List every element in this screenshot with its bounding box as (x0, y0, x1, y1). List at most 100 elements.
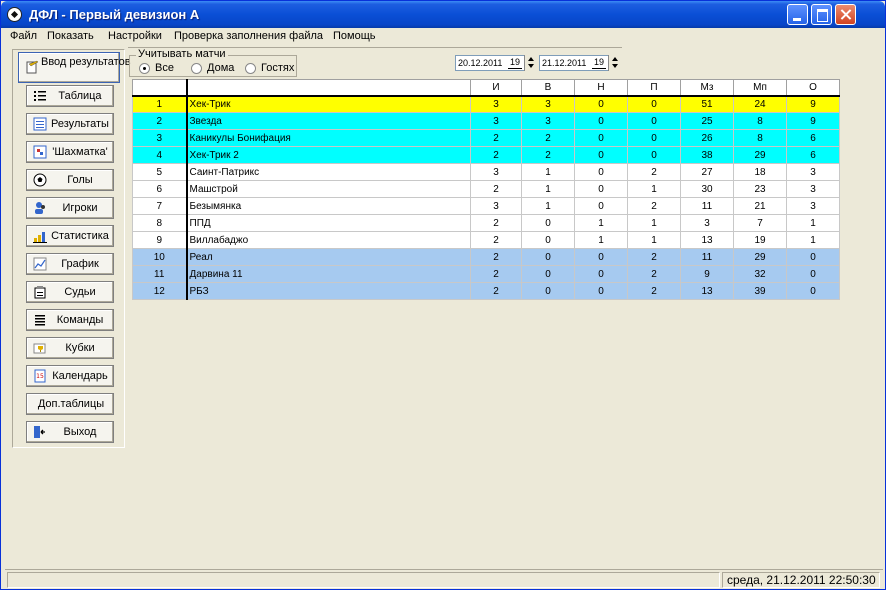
menu-file[interactable]: Файл (10, 30, 37, 42)
cell-points[interactable]: 6 (786, 129, 840, 147)
cell-goals-for[interactable]: 25 (680, 112, 734, 130)
cell-team[interactable]: Виллабаджо (186, 231, 471, 249)
cell-won[interactable]: 1 (521, 197, 575, 215)
cell-goals-against[interactable]: 29 (733, 146, 787, 164)
title-bar[interactable]: ДФЛ - Первый девизион А (1, 1, 885, 28)
cell-draw[interactable]: 0 (574, 146, 628, 164)
extra-tables-button[interactable]: Доп.таблицы (26, 393, 114, 415)
col-header-goals-against[interactable]: Мп (733, 79, 787, 97)
cell-pos[interactable]: 9 (132, 231, 188, 249)
cell-lost[interactable]: 2 (627, 163, 681, 181)
table-row[interactable]: 6 Машстрой 2 1 0 1 30 23 3 (132, 180, 840, 198)
cell-goals-against[interactable]: 8 (733, 129, 787, 147)
cell-draw[interactable]: 0 (574, 265, 628, 283)
maximize-button[interactable] (811, 4, 832, 25)
cell-lost[interactable]: 1 (627, 231, 681, 249)
cell-points[interactable]: 3 (786, 197, 840, 215)
cell-goals-for[interactable]: 11 (680, 248, 734, 266)
cell-pos[interactable]: 10 (132, 248, 188, 266)
close-button[interactable] (835, 4, 856, 25)
table-row[interactable]: 8 ППД 2 0 1 1 3 7 1 (132, 214, 840, 232)
cell-pos[interactable]: 8 (132, 214, 188, 232)
chart-button[interactable]: График (26, 253, 114, 275)
cell-won[interactable]: 3 (521, 95, 575, 113)
cell-lost[interactable]: 0 (627, 112, 681, 130)
cell-goals-against[interactable]: 39 (733, 282, 787, 300)
cell-goals-against[interactable]: 18 (733, 163, 787, 181)
cell-played[interactable]: 2 (470, 265, 522, 283)
cell-played[interactable]: 2 (470, 129, 522, 147)
table-row[interactable]: 10 Реал 2 0 0 2 11 29 0 (132, 248, 840, 266)
cell-draw[interactable]: 0 (574, 282, 628, 300)
col-header-played[interactable]: И (470, 79, 522, 97)
cell-points[interactable]: 0 (786, 282, 840, 300)
cell-won[interactable]: 2 (521, 129, 575, 147)
cell-draw[interactable]: 1 (574, 231, 628, 249)
cell-points[interactable]: 0 (786, 248, 840, 266)
table-row[interactable]: 2 Звезда 3 3 0 0 25 8 9 (132, 112, 840, 130)
cell-draw[interactable]: 0 (574, 163, 628, 181)
cell-draw[interactable]: 0 (574, 180, 628, 198)
cell-team[interactable]: Машстрой (186, 180, 471, 198)
cell-won[interactable]: 0 (521, 231, 575, 249)
radio-all-circle[interactable] (139, 63, 150, 74)
cell-goals-for[interactable]: 51 (680, 95, 734, 113)
cell-points[interactable]: 1 (786, 214, 840, 232)
table-row[interactable]: 3 Каникулы Бонифация 2 2 0 0 26 8 6 (132, 129, 840, 147)
table-row[interactable]: 12 РБЗ 2 0 0 2 13 39 0 (132, 282, 840, 300)
cell-played[interactable]: 2 (470, 180, 522, 198)
col-header-won[interactable]: В (521, 79, 575, 97)
cell-team[interactable]: РБЗ (186, 282, 471, 300)
table-row[interactable]: 7 Безымянка 3 1 0 2 11 21 3 (132, 197, 840, 215)
cell-won[interactable]: 2 (521, 146, 575, 164)
cell-points[interactable]: 9 (786, 112, 840, 130)
cell-lost[interactable]: 2 (627, 265, 681, 283)
cell-won[interactable]: 3 (521, 112, 575, 130)
cell-pos[interactable]: 1 (132, 95, 188, 113)
chessboard-button[interactable]: 'Шахматка' (26, 141, 114, 163)
cell-goals-for[interactable]: 11 (680, 197, 734, 215)
cups-button[interactable]: Кубки (26, 337, 114, 359)
cell-won[interactable]: 0 (521, 282, 575, 300)
results-button[interactable]: Результаты (26, 113, 114, 135)
cell-team[interactable]: Звезда (186, 112, 471, 130)
cell-won[interactable]: 1 (521, 163, 575, 181)
cell-pos[interactable]: 5 (132, 163, 188, 181)
col-header-team[interactable] (186, 79, 471, 97)
cell-played[interactable]: 2 (470, 248, 522, 266)
table-row[interactable]: 5 Саинт-Патрикс 3 1 0 2 27 18 3 (132, 163, 840, 181)
cell-goals-for[interactable]: 13 (680, 282, 734, 300)
date-from-picker[interactable]: 20.12.2011 19 (455, 55, 536, 71)
minimize-button[interactable] (787, 4, 808, 25)
cell-team[interactable]: Хек-Трик (186, 95, 471, 113)
cell-goals-against[interactable]: 7 (733, 214, 787, 232)
cell-goals-for[interactable]: 38 (680, 146, 734, 164)
cell-team[interactable]: Реал (186, 248, 471, 266)
cell-draw[interactable]: 0 (574, 129, 628, 147)
cell-team[interactable]: Безымянка (186, 197, 471, 215)
cell-lost[interactable]: 0 (627, 95, 681, 113)
cell-lost[interactable]: 1 (627, 214, 681, 232)
cell-goals-for[interactable]: 27 (680, 163, 734, 181)
cell-team[interactable]: Дарвина 11 (186, 265, 471, 283)
cell-goals-for[interactable]: 13 (680, 231, 734, 249)
cell-goals-against[interactable]: 19 (733, 231, 787, 249)
table-row[interactable]: 11 Дарвина 11 2 0 0 2 9 32 0 (132, 265, 840, 283)
statistics-button[interactable]: Статистика (26, 225, 114, 247)
goals-button[interactable]: Голы (26, 169, 114, 191)
cell-played[interactable]: 2 (470, 231, 522, 249)
cell-points[interactable]: 3 (786, 180, 840, 198)
cell-draw[interactable]: 1 (574, 214, 628, 232)
cell-played[interactable]: 2 (470, 146, 522, 164)
col-header-lost[interactable]: П (627, 79, 681, 97)
cell-pos[interactable]: 6 (132, 180, 188, 198)
cell-played[interactable]: 2 (470, 282, 522, 300)
cell-goals-for[interactable]: 9 (680, 265, 734, 283)
date-from-spinner[interactable] (524, 55, 536, 71)
cell-played[interactable]: 3 (470, 197, 522, 215)
referees-button[interactable]: Судьи (26, 281, 114, 303)
cell-team[interactable]: Саинт-Патрикс (186, 163, 471, 181)
cell-goals-against[interactable]: 29 (733, 248, 787, 266)
cell-draw[interactable]: 0 (574, 248, 628, 266)
cell-lost[interactable]: 0 (627, 146, 681, 164)
